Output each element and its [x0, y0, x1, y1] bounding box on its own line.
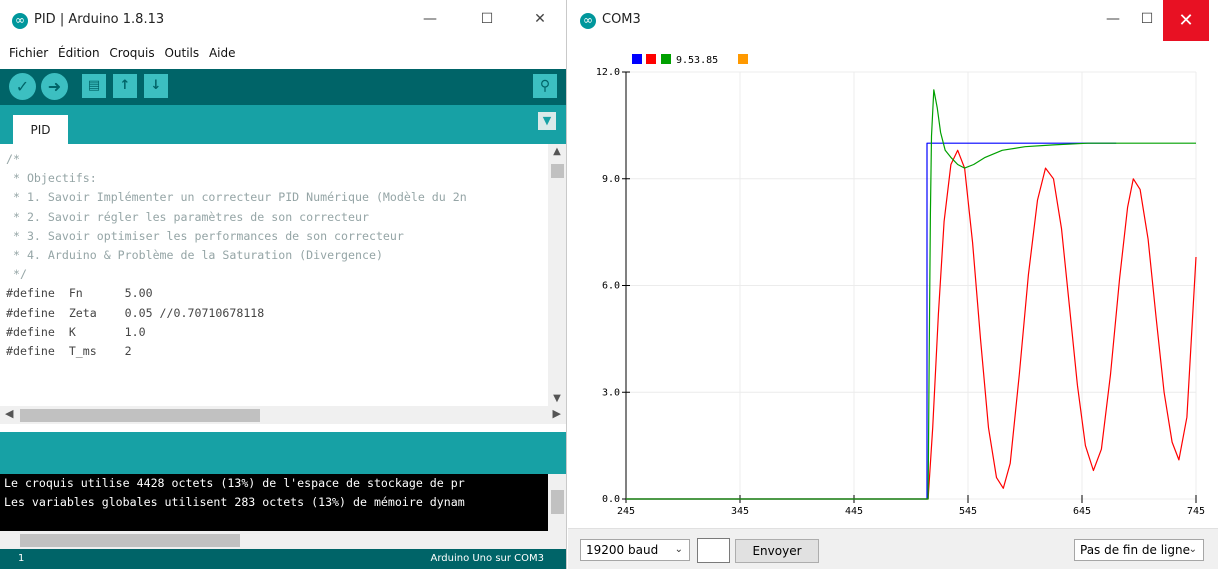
upload-icon[interactable]: ➜	[41, 73, 68, 100]
ide-window-title: PID | Arduino 1.8.13	[34, 12, 165, 27]
pane-divider[interactable]	[0, 424, 566, 432]
ide-menubar: Fichier Édition Croquis Outils Aide	[0, 44, 566, 66]
tab-menu-icon[interactable]: ▼	[538, 112, 556, 130]
ide-titlebar: PID | Arduino 1.8.13 — ☐ ✕	[0, 0, 566, 41]
plot-area: 9.53.85 245 345 445 545 645 745 0.0 3.0 6.0 9.0 12…	[596, 54, 1205, 517]
console-line: Les variables globales utilisent 283 oct…	[4, 495, 465, 509]
code-line: * 1. Savoir Implémenter un correcteur PI…	[6, 190, 467, 205]
y-tick-label: 9.0	[602, 174, 620, 185]
ide-tabbar: PID ▼	[0, 105, 566, 144]
scroll-up-icon[interactable]: ▲	[548, 146, 566, 157]
line-ending-select[interactable]: Pas de fin de ligne ⌄	[1074, 539, 1204, 561]
menu-aide[interactable]: Aide	[209, 44, 236, 60]
serial-monitor-icon[interactable]: ⚲	[533, 74, 557, 98]
verify-icon[interactable]: ✓	[9, 73, 36, 100]
code-line: */	[6, 267, 27, 282]
legend-swatch	[661, 54, 671, 64]
x-tick-label: 445	[845, 506, 863, 517]
y-tick-label: 6.0	[602, 281, 620, 292]
y-tick-label: 12.0	[596, 67, 620, 78]
x-tick-label: 645	[1073, 506, 1091, 517]
new-sketch-icon[interactable]: ▤	[82, 74, 106, 98]
arduino-logo-icon	[12, 11, 28, 29]
baud-select[interactable]: 19200 baud ⌄	[580, 539, 690, 561]
menu-fichier[interactable]: Fichier	[9, 44, 48, 60]
scroll-thumb[interactable]	[551, 490, 564, 514]
code-line: /*	[6, 152, 20, 166]
console-output: Le croquis utilise 4428 octets (13%) de …	[0, 474, 566, 531]
menu-outils[interactable]: Outils	[164, 44, 199, 60]
scroll-down-icon[interactable]: ▼	[548, 393, 566, 404]
plotter-window-title: COM3	[602, 12, 641, 27]
editor-vertical-scrollbar[interactable]: ▲ ▼	[548, 144, 566, 406]
series-line-1	[626, 149, 1197, 500]
serial-plotter-window: COM3 — ☐ ✕ 9.53.85 245 345 445 545 645 745 0.0…	[568, 0, 1218, 569]
plot-series	[626, 89, 1197, 500]
arduino-ide-window: PID | Arduino 1.8.13 — ☐ ✕ Fichier Éditi…	[0, 0, 567, 569]
legend-value: 9.53.85	[676, 55, 718, 66]
code-text: /* * Objectifs: * 1. Savoir Implémenter …	[6, 150, 546, 361]
ide-toolbar: ✓ ➜ ▤ ↑ ↓ ⚲	[0, 69, 566, 105]
plotter-titlebar: COM3 — ☐ ✕	[568, 0, 1218, 41]
code-editor[interactable]: /* * Objectifs: * 1. Savoir Implémenter …	[0, 144, 566, 406]
legend-swatch	[738, 54, 748, 64]
menu-edition[interactable]: Édition	[58, 44, 100, 60]
series-line-0	[626, 142, 1117, 500]
baud-value: 19200 baud	[586, 543, 659, 557]
scroll-left-icon[interactable]: ◀	[5, 407, 13, 420]
open-sketch-icon[interactable]: ↑	[113, 74, 137, 98]
code-line: * 3. Savoir optimiser les performances d…	[6, 228, 404, 243]
send-text-input[interactable]	[697, 538, 730, 563]
status-board: Arduino Uno sur COM3	[430, 553, 544, 564]
send-button[interactable]: Envoyer	[735, 539, 819, 563]
console-horizontal-scrollbar[interactable]	[0, 531, 566, 549]
minimize-icon[interactable]: —	[1100, 8, 1126, 30]
scroll-thumb[interactable]	[20, 409, 260, 422]
code-line: * Objectifs:	[6, 171, 97, 186]
maximize-icon[interactable]: ☐	[1134, 8, 1160, 30]
console-line: Le croquis utilise 4428 octets (13%) de …	[4, 476, 465, 490]
code-line: #define Fn 5.00	[6, 286, 153, 301]
plot-grid	[625, 71, 1197, 500]
close-icon[interactable]: ✕	[527, 8, 553, 30]
x-tick-label: 745	[1187, 506, 1205, 517]
plotter-bottombar: 19200 baud ⌄ Envoyer Pas de fin de ligne…	[568, 528, 1218, 569]
code-line: #define K 1.0	[6, 324, 146, 339]
y-tick-label: 3.0	[602, 387, 620, 398]
x-tick-label: 345	[731, 506, 749, 517]
tab-pid[interactable]: PID	[13, 115, 68, 144]
arduino-logo-icon	[580, 11, 596, 29]
scroll-right-icon[interactable]: ▶	[553, 407, 561, 420]
code-line: * 4. Arduino & Problème de la Saturation…	[6, 248, 383, 263]
chevron-down-icon: ⌄	[1188, 544, 1197, 555]
minimize-icon[interactable]: —	[417, 8, 443, 30]
code-line: #define T_ms 2	[6, 344, 132, 359]
code-line: * 2. Savoir régler les paramètres de son…	[6, 209, 369, 224]
scroll-thumb[interactable]	[20, 534, 240, 547]
status-line-number: 1	[18, 553, 25, 564]
code-line: #define Zeta 0.05 //0.70710678118	[6, 305, 265, 320]
message-bar	[0, 432, 566, 474]
chevron-down-icon: ⌄	[674, 544, 683, 555]
x-tick-label: 245	[617, 506, 635, 517]
console-vertical-scrollbar[interactable]	[548, 474, 566, 531]
legend: 9.53.85	[632, 54, 748, 66]
x-tick-label: 545	[959, 506, 977, 517]
editor-horizontal-scrollbar[interactable]: ◀ ▶	[0, 406, 566, 424]
menu-croquis[interactable]: Croquis	[109, 44, 154, 60]
ide-statusbar: 1 Arduino Uno sur COM3	[0, 549, 566, 569]
plot-axes: 245 345 445 545 645 745 0.0 3.0 6.0 9.0 12.0	[596, 67, 1205, 517]
save-sketch-icon[interactable]: ↓	[144, 74, 168, 98]
y-tick-label: 0.0	[602, 494, 620, 505]
line-ending-value: Pas de fin de ligne	[1080, 543, 1190, 557]
series-line-2	[626, 89, 1196, 500]
close-icon[interactable]: ✕	[1163, 0, 1209, 41]
legend-swatch	[646, 54, 656, 64]
maximize-icon[interactable]: ☐	[474, 8, 500, 30]
scroll-thumb[interactable]	[551, 164, 564, 178]
legend-swatch	[632, 54, 642, 64]
